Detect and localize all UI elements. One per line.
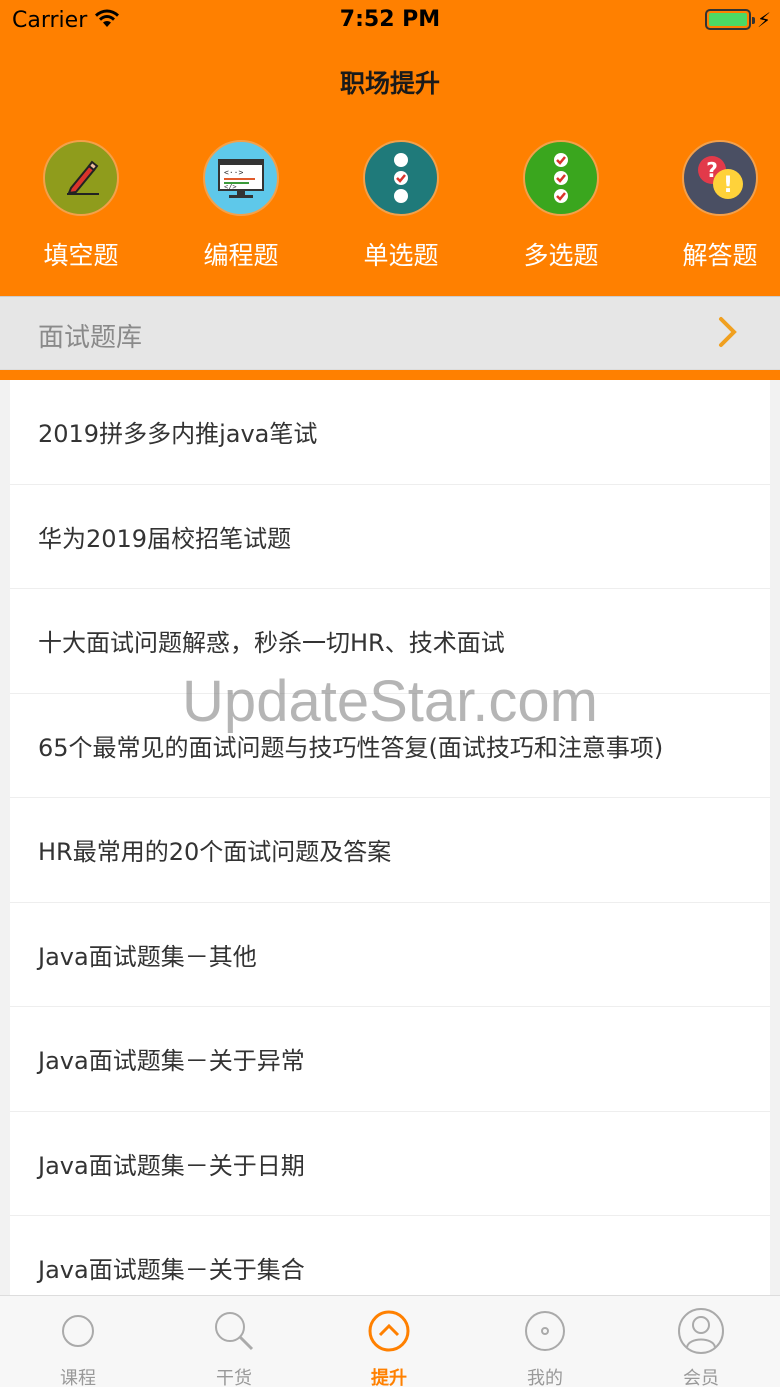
category-label: 单选题 bbox=[363, 241, 439, 270]
category-label: 编程题 bbox=[203, 241, 279, 270]
battery-icon bbox=[705, 9, 755, 30]
list-item-title: Java面试题集－关于异常 bbox=[38, 1047, 305, 1075]
list-item-title: Java面试题集－关于集合 bbox=[38, 1256, 305, 1284]
tab-label: 干货 bbox=[216, 1368, 252, 1387]
list-item[interactable]: Java面试题集－关于异常 bbox=[10, 1007, 770, 1112]
charging-icon: ⚡ bbox=[757, 8, 772, 32]
list-item-title: 华为2019届校招笔试题 bbox=[38, 524, 292, 553]
tab-goods[interactable]: 干货 bbox=[184, 1306, 284, 1387]
category-multi-choice[interactable]: 多选题 bbox=[501, 140, 621, 272]
disc-icon bbox=[495, 1306, 595, 1356]
question-list: 2019拼多多内推java笔试 华为2019届校招笔试题 十大面试问题解惑，秒杀… bbox=[10, 380, 770, 1321]
category-single-choice[interactable]: 单选题 bbox=[341, 140, 461, 272]
category-answer[interactable]: ? ! 解答题 bbox=[660, 140, 780, 272]
list-item-title: 65个最常见的面试问题与技巧性答复(面试技巧和注意事项) bbox=[38, 733, 664, 762]
circle-icon bbox=[28, 1306, 128, 1356]
tab-label: 我的 bbox=[527, 1368, 563, 1387]
category-label: 填空题 bbox=[43, 241, 119, 270]
tab-member[interactable]: 会员 bbox=[651, 1306, 751, 1387]
list-item-title: Java面试题集－其他 bbox=[38, 942, 257, 971]
tab-improve[interactable]: 提升 bbox=[339, 1306, 439, 1387]
list-item[interactable]: 65个最常见的面试问题与技巧性答复(面试技巧和注意事项) bbox=[10, 694, 770, 798]
pencil-icon bbox=[43, 140, 119, 216]
category-label: 解答题 bbox=[682, 241, 758, 270]
status-time: 7:52 PM bbox=[339, 7, 441, 32]
tab-courses[interactable]: 课程 bbox=[28, 1306, 128, 1387]
list-item-title: 十大面试问题解惑，秒杀一切HR、技术面试 bbox=[38, 629, 505, 657]
svg-text:</>: </> bbox=[224, 183, 237, 191]
header: Carrier 7:52 PM ⚡ 职场提升 填空题 <··> </> 编程题 … bbox=[0, 0, 780, 296]
monitor-code-icon: <··> </> bbox=[203, 140, 279, 216]
svg-text:<··>: <··> bbox=[224, 168, 243, 177]
multi-choice-icon bbox=[523, 140, 599, 216]
svg-text:!: ! bbox=[723, 173, 733, 198]
chevron-right-icon bbox=[716, 315, 740, 353]
page-title: 职场提升 bbox=[339, 69, 440, 98]
question-exclaim-icon: ? ! bbox=[682, 140, 758, 216]
list-item[interactable]: Java面试题集－关于日期 bbox=[10, 1112, 770, 1216]
list-item[interactable]: Java面试题集－其他 bbox=[10, 903, 770, 1007]
status-bar: Carrier 7:52 PM ⚡ bbox=[0, 0, 780, 40]
list-item[interactable]: 华为2019届校招笔试题 bbox=[10, 485, 770, 589]
tab-bar: 课程 干货 提升 我的 会员 bbox=[0, 1295, 780, 1387]
chevron-up-circle-icon bbox=[339, 1306, 439, 1356]
list-item-title: Java面试题集－关于日期 bbox=[38, 1151, 305, 1180]
list-item-title: 2019拼多多内推java笔试 bbox=[38, 420, 318, 448]
tab-mine[interactable]: 我的 bbox=[495, 1306, 595, 1387]
tab-label: 提升 bbox=[371, 1368, 407, 1387]
single-choice-icon bbox=[363, 140, 439, 216]
category-label: 多选题 bbox=[523, 241, 599, 270]
tab-label: 会员 bbox=[683, 1368, 719, 1387]
interview-bank-header[interactable]: 面试题库 bbox=[0, 296, 780, 370]
search-icon bbox=[184, 1306, 284, 1356]
section-divider bbox=[0, 370, 780, 380]
list-item-title: HR最常用的20个面试问题及答案 bbox=[38, 838, 392, 866]
category-programming[interactable]: <··> </> 编程题 bbox=[181, 140, 301, 272]
category-fill-blank[interactable]: 填空题 bbox=[21, 140, 141, 272]
list-item[interactable]: HR最常用的20个面试问题及答案 bbox=[10, 798, 770, 903]
list-item[interactable]: 2019拼多多内推java笔试 bbox=[10, 380, 770, 485]
user-icon bbox=[651, 1306, 751, 1356]
tab-label: 课程 bbox=[60, 1368, 96, 1387]
list-item[interactable]: 十大面试问题解惑，秒杀一切HR、技术面试 bbox=[10, 589, 770, 694]
section-title: 面试题库 bbox=[38, 323, 143, 353]
